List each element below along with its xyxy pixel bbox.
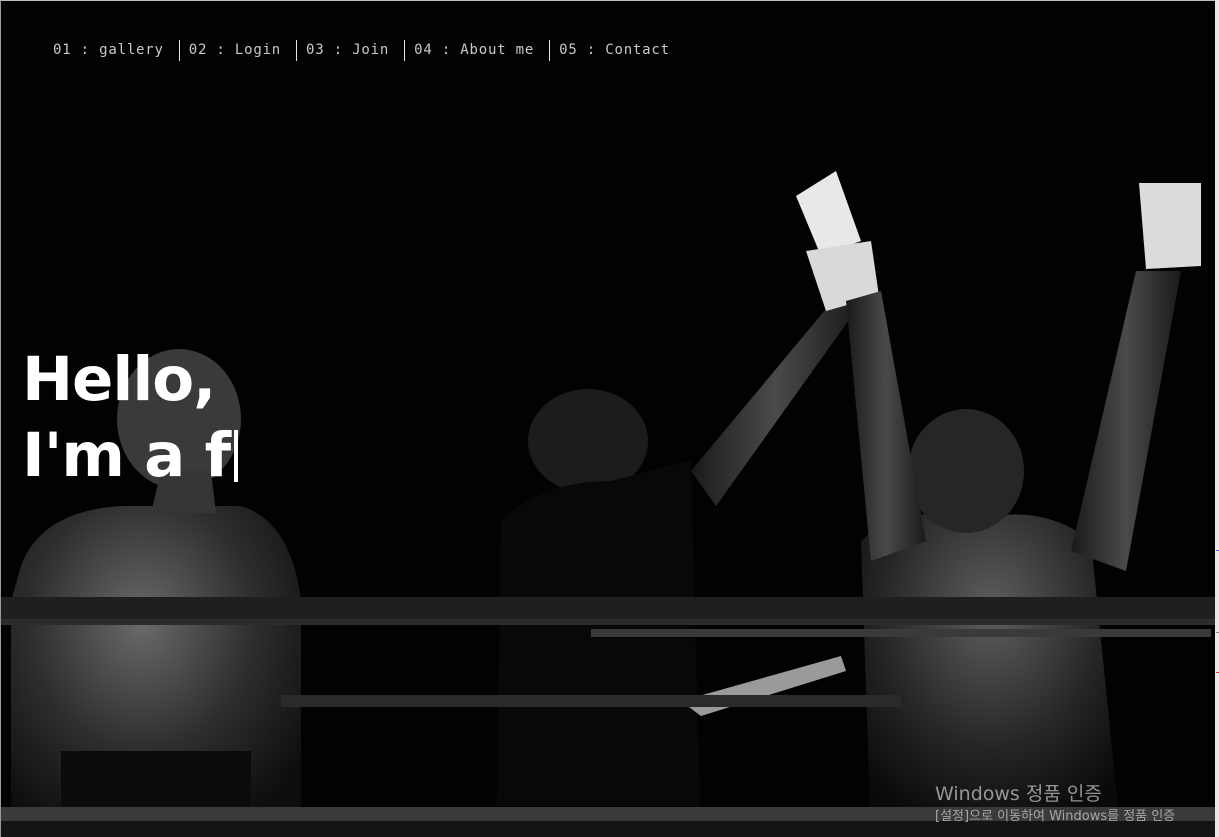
nav-item-contact[interactable]: 05 : Contact — [550, 40, 685, 61]
windows-activation-watermark: Windows 정품 인증 [설정]으로 이동하여 Windows를 정품 인증 — [935, 781, 1175, 827]
headline-line-1: Hello, — [22, 344, 216, 415]
main-nav: 01 : gallery 02 : Login 03 : Join 04 : A… — [44, 40, 685, 61]
nav-item-gallery[interactable]: 01 : gallery — [44, 40, 179, 61]
headline-line-2: I'm a f — [22, 418, 239, 494]
watermark-title: Windows 정품 인증 — [935, 783, 1102, 805]
scrollbar-track[interactable] — [1215, 0, 1219, 837]
referee — [496, 171, 879, 837]
typing-text: I'm a f — [22, 420, 231, 491]
nav-item-join[interactable]: 03 : Join — [297, 40, 404, 61]
hero-headline: Hello, I'm a f — [22, 342, 239, 494]
winner-fighter — [846, 183, 1201, 837]
window-left-border — [0, 0, 1, 837]
nav-item-login[interactable]: 02 : Login — [180, 40, 296, 61]
watermark-subtitle: [설정]으로 이동하여 Windows를 정품 인증 — [935, 809, 1176, 824]
browser-viewport: 01 : gallery 02 : Login 03 : Join 04 : A… — [0, 0, 1219, 837]
typing-cursor — [234, 430, 239, 482]
window-top-border — [0, 0, 1219, 1]
nav-item-about-me[interactable]: 04 : About me — [405, 40, 549, 61]
